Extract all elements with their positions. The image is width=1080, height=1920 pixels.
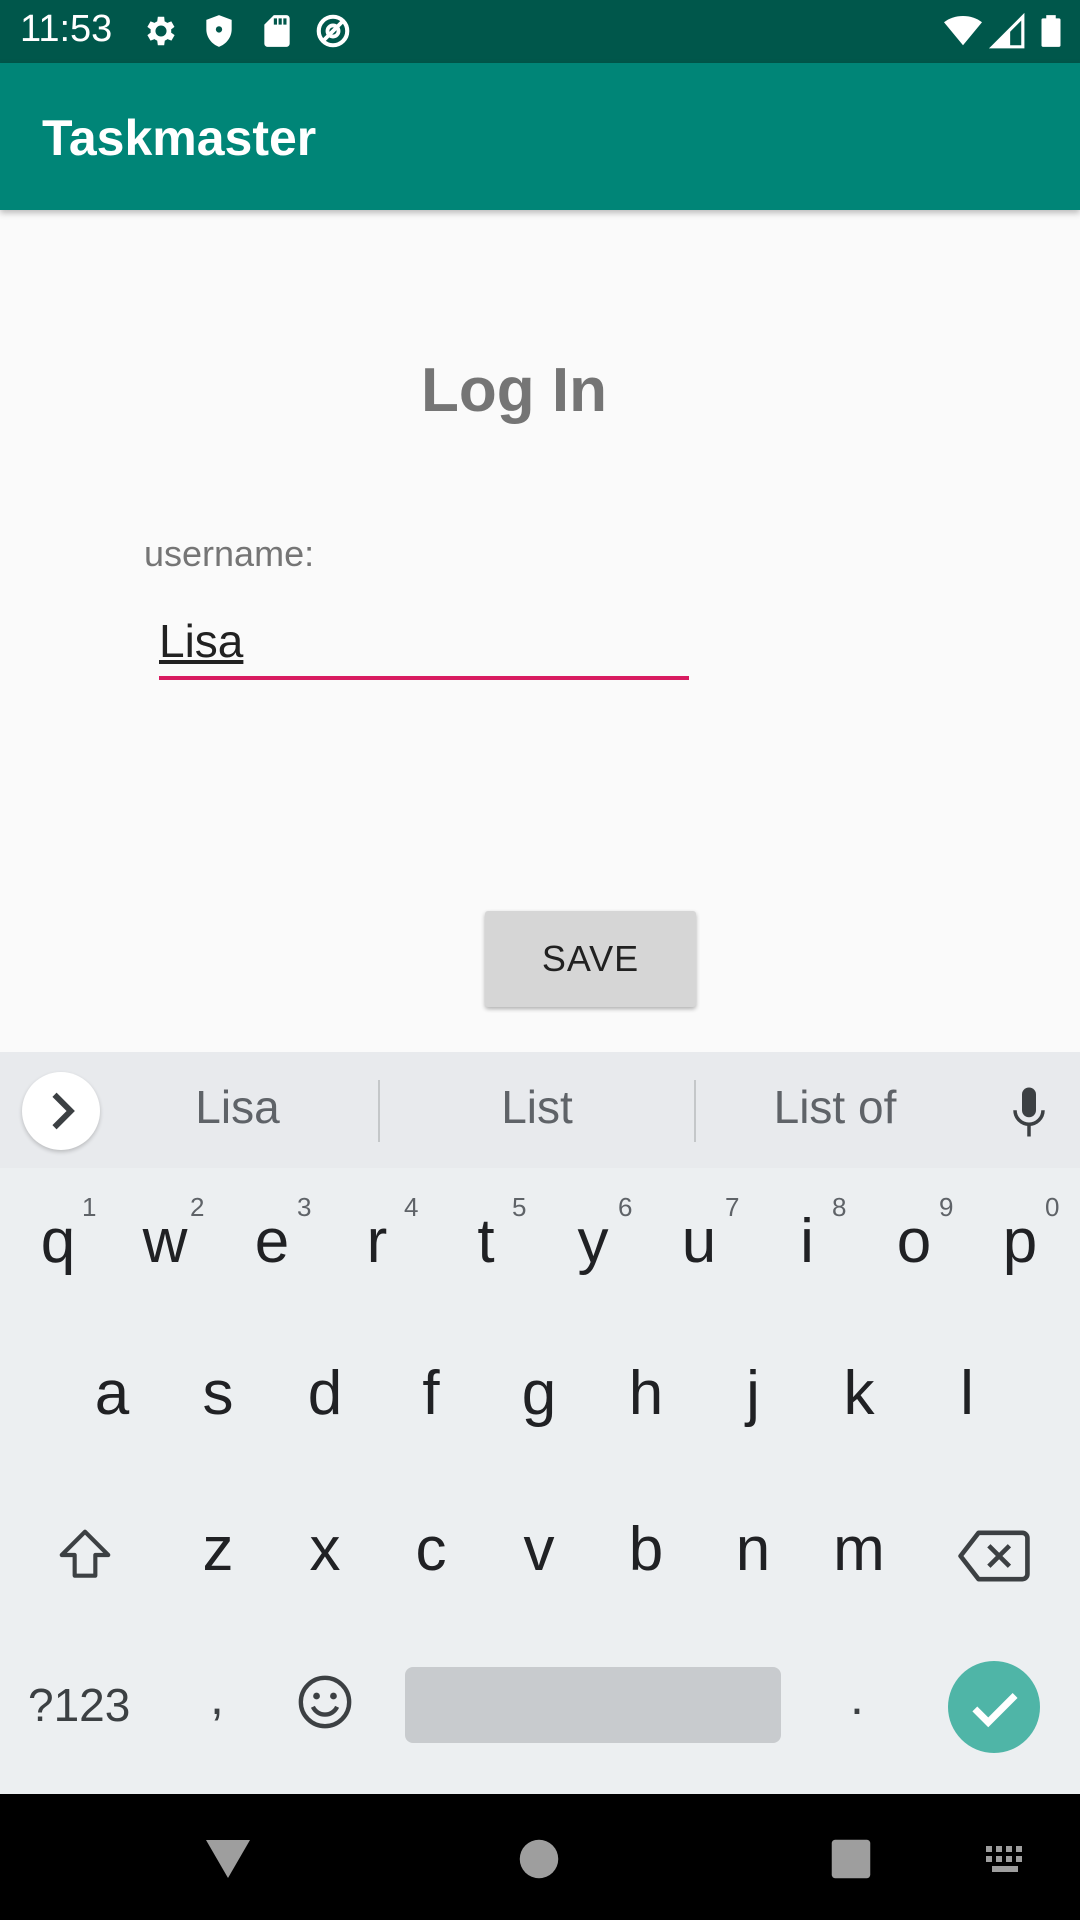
gear-icon xyxy=(147,16,175,46)
key-t[interactable]: t xyxy=(451,1206,521,1277)
status-bar: 11:53 xyxy=(0,0,1080,63)
key-m[interactable]: m xyxy=(824,1514,894,1585)
username-label: username: xyxy=(144,533,315,574)
emoji-icon[interactable] xyxy=(296,1673,354,1731)
suggestion-item[interactable]: Lisa xyxy=(135,1080,340,1134)
back-icon[interactable] xyxy=(204,1838,252,1880)
key-hint: 3 xyxy=(297,1192,312,1222)
key-hint: 8 xyxy=(832,1192,847,1222)
key-hint: 2 xyxy=(190,1192,205,1222)
suggestion-divider xyxy=(378,1080,380,1142)
key-hint: 4 xyxy=(404,1192,419,1222)
key-x[interactable]: x xyxy=(290,1514,360,1585)
app-bar: Taskmaster xyxy=(0,63,1080,210)
checkmark-icon xyxy=(972,1693,1018,1728)
keyboard-switch-icon[interactable] xyxy=(986,1846,1030,1874)
suggestion-divider xyxy=(694,1080,696,1142)
key-f[interactable]: f xyxy=(396,1358,466,1429)
space-key[interactable] xyxy=(405,1667,781,1743)
chevron-right-icon xyxy=(52,1092,75,1130)
at-sign-icon xyxy=(316,14,350,48)
key-s[interactable]: s xyxy=(183,1358,253,1429)
page-title: Log In xyxy=(421,356,607,425)
key-b[interactable]: b xyxy=(611,1514,681,1585)
key-v[interactable]: v xyxy=(504,1514,574,1585)
sd-card-icon xyxy=(264,15,290,47)
recents-icon[interactable] xyxy=(830,1838,872,1880)
key-c[interactable]: c xyxy=(396,1514,466,1585)
suggestion-item[interactable]: List xyxy=(430,1080,644,1134)
shift-key-icon[interactable] xyxy=(52,1524,118,1586)
key-g[interactable]: g xyxy=(504,1358,574,1429)
key-hint: 6 xyxy=(618,1192,633,1222)
period-key[interactable]: . xyxy=(850,1668,864,1726)
key-a[interactable]: a xyxy=(77,1358,147,1429)
status-time: 11:53 xyxy=(20,8,113,50)
key-h[interactable]: h xyxy=(611,1358,681,1429)
enter-key[interactable] xyxy=(948,1661,1040,1753)
key-z[interactable]: z xyxy=(183,1514,253,1585)
shield-icon xyxy=(206,15,232,47)
backspace-icon[interactable] xyxy=(958,1526,1030,1586)
save-button[interactable]: SAVE xyxy=(485,911,696,1007)
keyboard: Lisa List List of q 1 w 2 e 3 r 4 t 5 y … xyxy=(0,1052,1080,1794)
key-hint: 9 xyxy=(939,1192,954,1222)
key-r[interactable]: r xyxy=(342,1206,412,1277)
key-n[interactable]: n xyxy=(718,1514,788,1585)
key-k[interactable]: k xyxy=(824,1358,894,1429)
microphone-icon[interactable] xyxy=(1008,1084,1050,1140)
wifi-icon xyxy=(944,15,982,46)
key-d[interactable]: d xyxy=(290,1358,360,1429)
suggestion-item[interactable]: List of xyxy=(735,1080,935,1134)
key-hint: 7 xyxy=(725,1192,740,1222)
cell-signal-icon xyxy=(988,12,1025,49)
comma-key[interactable]: , xyxy=(210,1668,224,1726)
key-hint: 1 xyxy=(82,1192,97,1222)
app-title: Taskmaster xyxy=(42,110,317,166)
key-j[interactable]: j xyxy=(718,1358,788,1429)
suggestion-bar: Lisa List List of xyxy=(0,1052,1080,1168)
navigation-bar xyxy=(0,1794,1080,1920)
key-hint: 5 xyxy=(512,1192,527,1222)
battery-icon xyxy=(1041,15,1061,47)
key-l[interactable]: l xyxy=(932,1358,1002,1429)
key-hint: 0 xyxy=(1045,1192,1060,1222)
username-input[interactable] xyxy=(159,606,689,680)
suggestion-toggle-button[interactable] xyxy=(22,1072,100,1150)
symbols-key[interactable]: ?123 xyxy=(28,1678,130,1732)
home-icon[interactable] xyxy=(518,1838,560,1880)
key-u[interactable]: u xyxy=(664,1206,734,1277)
